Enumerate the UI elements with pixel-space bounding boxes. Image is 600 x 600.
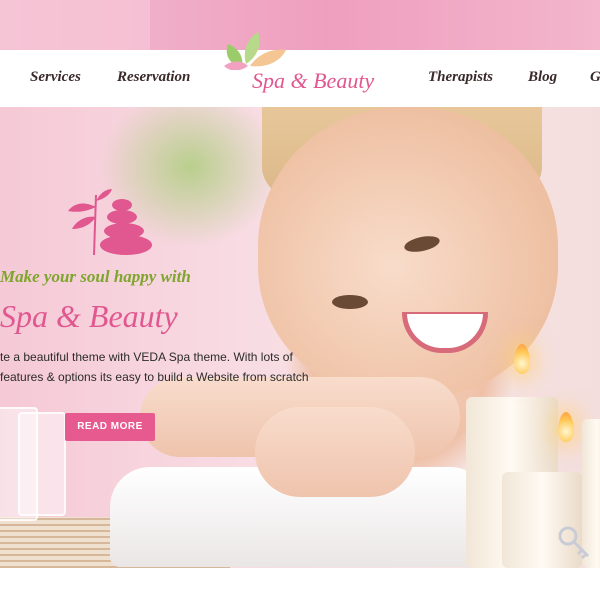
nav-link-partial[interactable]: G	[590, 69, 600, 86]
key-icon	[558, 526, 590, 560]
leaf-logo-icon	[224, 32, 286, 70]
hero-banner: Make your soul happy with Spa & Beauty t…	[0, 107, 600, 568]
page-bottom	[0, 568, 600, 600]
nav-link-services[interactable]: Services	[30, 69, 81, 86]
site-logo[interactable]: Spa & Beauty	[222, 30, 387, 96]
nav-link-blog[interactable]: Blog	[528, 69, 557, 86]
hero-brand-title: Spa & Beauty	[0, 298, 178, 334]
spa-stones-icon	[68, 189, 152, 256]
candle-flame	[558, 412, 574, 442]
candle-glass	[18, 412, 66, 516]
nav-link-therapists[interactable]: Therapists	[428, 69, 493, 86]
nav-link-reservation[interactable]: Reservation	[117, 69, 190, 86]
read-more-button[interactable]: READ MORE	[65, 413, 155, 441]
logo-text: Spa & Beauty	[252, 68, 375, 93]
hero-image-hand	[255, 407, 415, 497]
hero-image-eye	[332, 295, 368, 309]
hero-description: te a beautiful theme with VEDA Spa theme…	[0, 350, 309, 384]
hero-tagline: Make your soul happy with	[0, 267, 191, 286]
